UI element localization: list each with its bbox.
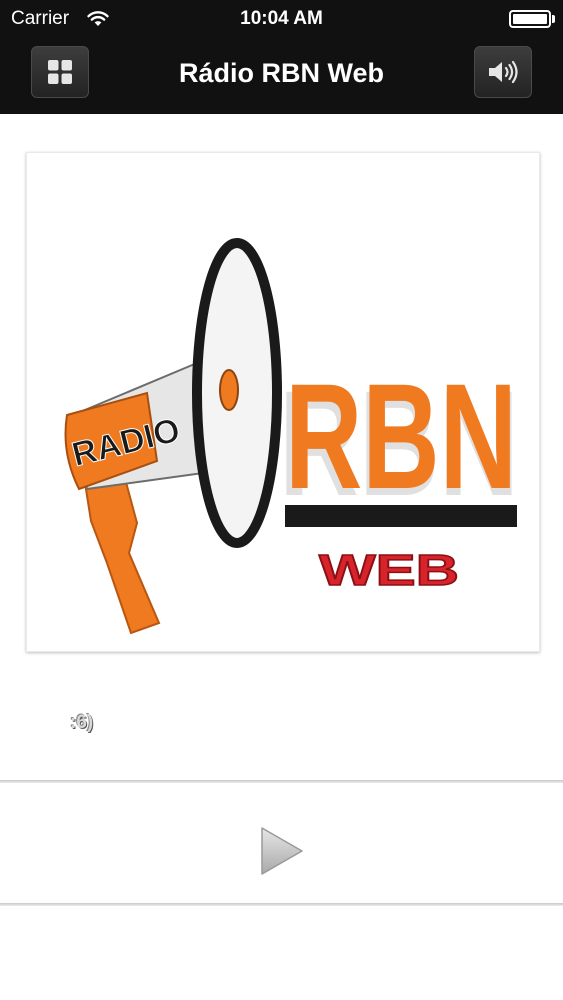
player-bottom-divider bbox=[0, 903, 563, 906]
logo-rbn-text: RBN bbox=[285, 352, 517, 520]
speaker-icon bbox=[489, 60, 518, 84]
now-playing-text: :6) bbox=[70, 712, 94, 733]
clock: 10:04 AM bbox=[240, 8, 323, 29]
volume-button[interactable] bbox=[474, 46, 532, 98]
station-logo: RADIO RBN RBN WEB bbox=[64, 238, 519, 635]
logo-underline bbox=[285, 505, 517, 527]
status-bar: Carrier 10:04 AM bbox=[0, 0, 563, 38]
play-button[interactable] bbox=[258, 825, 306, 877]
top-bar: Carrier 10:04 AM Rádio RBN Web bbox=[0, 0, 563, 114]
navigation-bar: Rádio RBN Web bbox=[0, 38, 563, 114]
battery-tip bbox=[552, 15, 555, 23]
battery-icon bbox=[509, 10, 551, 28]
logo-web-text: WEB bbox=[319, 546, 459, 595]
station-logo-card: RADIO RBN RBN WEB bbox=[26, 152, 540, 652]
player-top-divider bbox=[0, 780, 563, 783]
